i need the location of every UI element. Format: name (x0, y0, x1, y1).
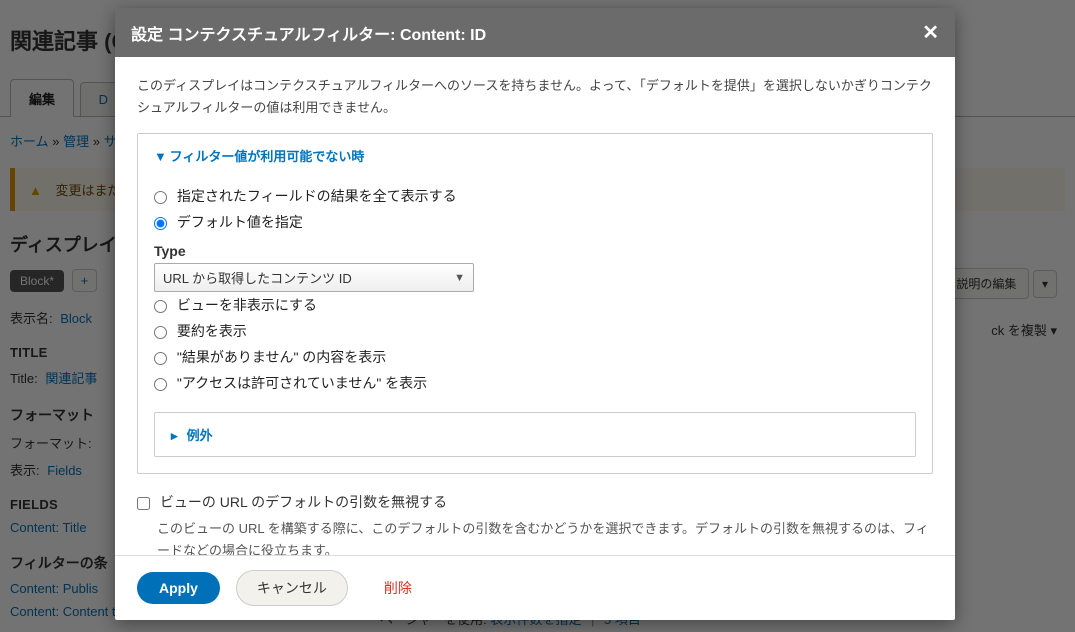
skip-default-arg-help: このビューの URL を構築する際に、このデフォルトの引数を含むかどうかを選択で… (157, 518, 933, 555)
dialog-header: 設定 コンテクスチュアルフィルター: Content: ID ✕ (115, 8, 955, 57)
radio-show-all[interactable]: 指定されたフィールドの結果を全て表示する (154, 183, 916, 209)
radio-show-forbidden[interactable]: "アクセスは許可されていません" を表示 (154, 370, 916, 396)
dialog-body: このディスプレイはコンテクスチュアルフィルターへのソースを持ちません。よって、「… (115, 57, 955, 555)
exceptions-fieldset: ▸ 例外 (154, 412, 916, 457)
default-type-value: URL から取得したコンテンツ ID (163, 268, 352, 287)
dialog-intro-text: このディスプレイはコンテクスチュアルフィルターへのソースを持ちません。よって、「… (137, 75, 933, 119)
close-icon[interactable]: ✕ (922, 20, 939, 45)
radio-show-summary[interactable]: 要約を表示 (154, 318, 916, 344)
default-type-label: Type (154, 243, 916, 259)
chevron-down-icon: ▼ (454, 272, 465, 284)
exceptions-toggle[interactable]: ▸ 例外 (155, 413, 915, 456)
radio-hide-view-input[interactable] (154, 300, 167, 313)
contextual-filter-dialog: 設定 コンテクスチュアルフィルター: Content: ID ✕ このディスプレ… (115, 8, 955, 620)
radio-hide-view[interactable]: ビューを非表示にする (154, 292, 916, 318)
radio-show-forbidden-input[interactable] (154, 378, 167, 391)
radio-show-empty[interactable]: "結果がありません" の内容を表示 (154, 344, 916, 370)
when-filter-not-available-fieldset: ▼ フィルター値が利用可能でない時 指定されたフィールドの結果を全て表示する デ… (137, 133, 933, 474)
chevron-down-icon: ▼ (154, 149, 166, 164)
radio-show-empty-input[interactable] (154, 352, 167, 365)
skip-default-arg-checkbox[interactable] (137, 497, 150, 510)
radio-show-all-input[interactable] (154, 191, 167, 204)
radio-provide-default[interactable]: デフォルト値を指定 (154, 209, 916, 235)
default-type-select[interactable]: URL から取得したコンテンツ ID ▼ (154, 263, 474, 292)
cancel-button[interactable]: キャンセル (236, 570, 348, 606)
radio-show-summary-input[interactable] (154, 326, 167, 339)
when-filter-not-available-toggle[interactable]: ▼ フィルター値が利用可能でない時 (138, 134, 932, 177)
chevron-right-icon: ▸ (171, 428, 183, 444)
skip-default-arg-checkbox-row[interactable]: ビューの URL のデフォルトの引数を無視する (137, 490, 933, 514)
dialog-title: 設定 コンテクスチュアルフィルター: Content: ID (131, 21, 486, 45)
delete-link[interactable]: 削除 (384, 578, 412, 598)
dialog-footer: Apply キャンセル 削除 (115, 555, 955, 620)
radio-provide-default-input[interactable] (154, 217, 167, 230)
apply-button[interactable]: Apply (137, 572, 220, 604)
